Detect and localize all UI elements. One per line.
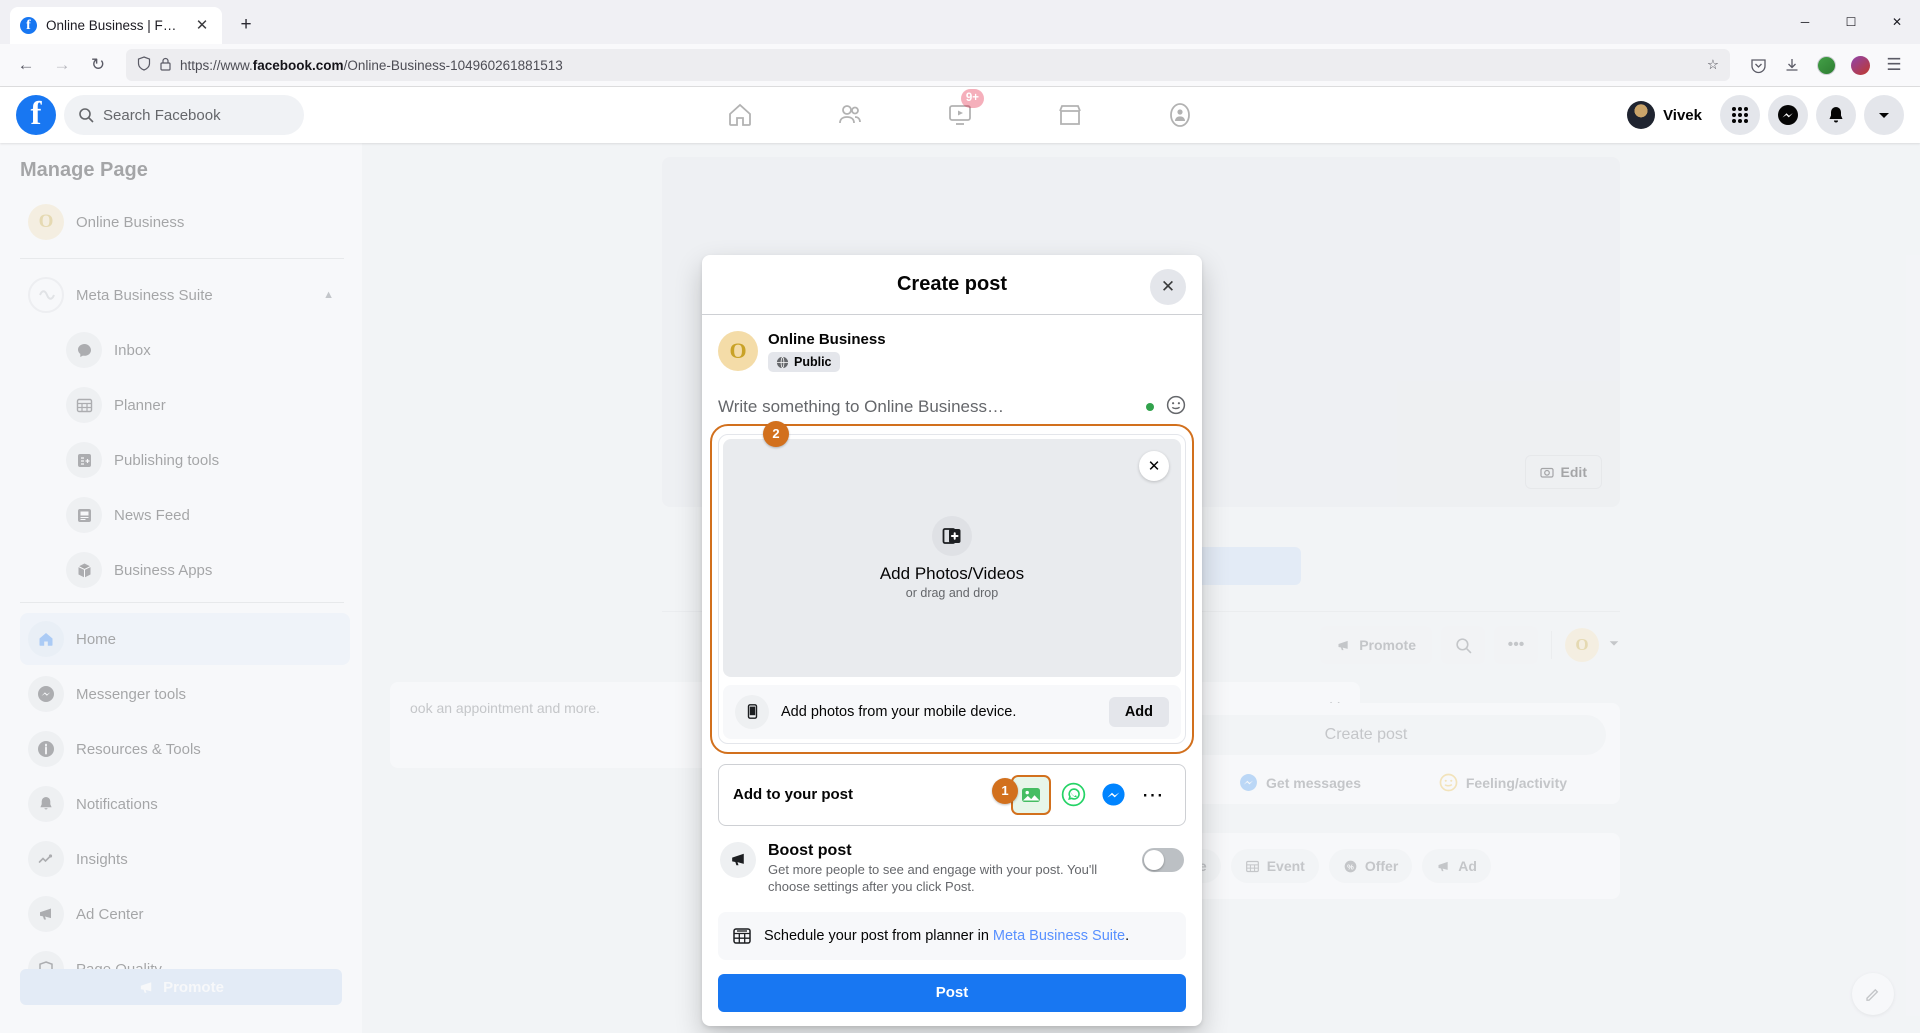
browser-chrome: f Online Business | Facebook ✕ + ─ ☐ ✕ ←… (0, 0, 1920, 87)
window-controls: ─ ☐ ✕ (1782, 0, 1920, 44)
status-dot-icon (1146, 402, 1154, 411)
modal-header: Create post ✕ (702, 255, 1202, 315)
boost-title: Boost post (768, 841, 852, 859)
extension-avatar-icon[interactable] (1844, 49, 1876, 81)
emoji-picker-icon[interactable] (1166, 395, 1186, 419)
facebook-favicon: f (20, 17, 37, 34)
shield-icon[interactable] (137, 56, 151, 74)
modal-poster-row: O Online Business Public (718, 331, 1186, 374)
reload-icon[interactable]: ↻ (82, 49, 114, 81)
watch-badge: 9+ (960, 89, 984, 108)
address-bar[interactable]: https://www.facebook.com/Online-Business… (126, 49, 1730, 81)
dropzone-inner[interactable]: ✕ Add Photos/Videos or drag and drop (723, 438, 1181, 677)
marketplace-icon (1059, 105, 1081, 125)
modal-title: Create post (896, 273, 1008, 295)
app-menu-icon[interactable]: ☰ (1878, 49, 1910, 81)
tab-title: Online Business | Facebook (46, 18, 183, 33)
boost-toggle[interactable] (1142, 847, 1184, 872)
schedule-text: Schedule your post from planner in Meta … (764, 928, 1129, 944)
annotation-badge-1: 1 (992, 777, 1018, 804)
bookmark-star-icon[interactable]: ☆ (1707, 57, 1719, 73)
maximize-button[interactable]: ☐ (1828, 0, 1874, 44)
mobile-photos-text: Add photos from your mobile device. (781, 703, 1017, 720)
toggle-knob (1144, 849, 1164, 870)
facebook-search-box[interactable]: Search Facebook (64, 95, 304, 135)
browser-toolbar: ← → ↻ https://www.facebook.com/Online-Bu… (0, 44, 1920, 87)
friends-icon (839, 105, 861, 124)
audience-label: Public (794, 355, 832, 369)
schedule-text-after: . (1125, 927, 1130, 944)
globe-icon (776, 356, 789, 368)
groups-icon (1170, 103, 1190, 127)
back-icon[interactable]: ← (10, 49, 42, 81)
downloads-icon[interactable] (1776, 49, 1808, 81)
avatar (1627, 101, 1656, 129)
photo-dropzone-wrap: 2 ✕ Add Photos/Videos or drag and drop A… (710, 420, 1194, 754)
bell-icon[interactable] (1816, 95, 1856, 135)
poster-name: Online Business (768, 331, 886, 348)
boost-text: Boost post Get more people to see and en… (768, 842, 1130, 896)
nav-tab-friends[interactable] (824, 94, 876, 136)
post-text-placeholder: Write something to Online Business… (718, 396, 1004, 416)
close-icon[interactable]: ✕ (1150, 269, 1186, 305)
mobile-add-button[interactable]: Add (1108, 696, 1169, 727)
facebook-logo-icon[interactable]: f (16, 95, 56, 135)
nav-tab-watch[interactable]: 9+ (934, 89, 986, 136)
tab-close-icon[interactable]: ✕ (192, 16, 212, 36)
pocket-icon[interactable] (1742, 49, 1774, 81)
facebook-search-placeholder: Search Facebook (103, 106, 221, 124)
create-post-modal: Create post ✕ O Online Business Public W… (702, 255, 1202, 1026)
facebook-nav-right: Vivek (1623, 95, 1904, 135)
url-text: https://www.facebook.com/Online-Business… (180, 57, 563, 73)
add-to-post-label: Add to your post (733, 786, 853, 803)
browser-tab[interactable]: f Online Business | Facebook ✕ (10, 7, 222, 44)
megaphone-icon (720, 841, 756, 878)
new-tab-button[interactable]: + (230, 9, 262, 41)
whatsapp-icon[interactable] (1055, 777, 1091, 813)
home-icon (729, 103, 751, 126)
dropzone-subtitle: or drag and drop (905, 585, 999, 600)
facebook-top-nav: f Search Facebook 9+ Vivek (0, 87, 1920, 143)
facebook-page: f Search Facebook 9+ Vivek Manage Page O… (0, 87, 1920, 1033)
tab-strip: f Online Business | Facebook ✕ + ─ ☐ ✕ (0, 0, 1920, 44)
boost-post-row: Boost post Get more people to see and en… (718, 840, 1186, 898)
audience-selector[interactable]: Public (768, 352, 840, 372)
dropzone-title: Add Photos/Videos (879, 563, 1025, 583)
schedule-text-before: Schedule your post from planner in (764, 927, 993, 944)
search-icon (79, 108, 94, 123)
calendar-icon (733, 927, 751, 944)
forward-icon[interactable]: → (46, 49, 78, 81)
modal-body: O Online Business Public Write something… (702, 315, 1202, 1026)
profile-button[interactable]: Vivek (1623, 97, 1712, 133)
phone-icon (735, 694, 769, 729)
add-to-post-icons: ⋯ (1011, 774, 1171, 815)
photo-dropzone[interactable]: ✕ Add Photos/Videos or drag and drop Add… (718, 433, 1186, 744)
add-to-post-wrap: 1 Add to your post ⋯ (718, 763, 1186, 826)
account-avatar-icon[interactable] (1810, 49, 1842, 81)
annotation-badge-2: 2 (763, 420, 789, 447)
schedule-row[interactable]: Schedule your post from planner in Meta … (718, 911, 1186, 960)
nav-tab-home[interactable] (714, 94, 766, 136)
chevron-down-icon[interactable] (1864, 95, 1904, 135)
mobile-photos-row: Add photos from your mobile device. Add (723, 684, 1181, 739)
messenger-icon[interactable] (1768, 95, 1808, 135)
post-button[interactable]: Post (718, 973, 1186, 1012)
poster-avatar: O (718, 331, 758, 371)
minimize-button[interactable]: ─ (1782, 0, 1828, 44)
meta-business-suite-link[interactable]: Meta Business Suite (993, 928, 1125, 944)
messenger-icon[interactable] (1095, 777, 1131, 813)
lock-icon[interactable] (160, 57, 171, 74)
post-text-input[interactable]: Write something to Online Business… (718, 390, 1186, 424)
profile-name: Vivek (1663, 106, 1702, 124)
add-to-your-post: Add to your post ⋯ (718, 763, 1186, 826)
add-photos-icon (932, 515, 972, 556)
close-window-button[interactable]: ✕ (1874, 0, 1920, 44)
boost-description: Get more people to see and engage with y… (768, 861, 1098, 895)
grid-icon[interactable] (1720, 95, 1760, 135)
nav-tab-groups[interactable] (1154, 94, 1206, 136)
nav-tab-marketplace[interactable] (1044, 94, 1096, 136)
more-options-icon[interactable]: ⋯ (1135, 777, 1171, 813)
dropzone-close-icon[interactable]: ✕ (1139, 450, 1169, 481)
toolbar-right-icons: ☰ (1742, 49, 1910, 81)
